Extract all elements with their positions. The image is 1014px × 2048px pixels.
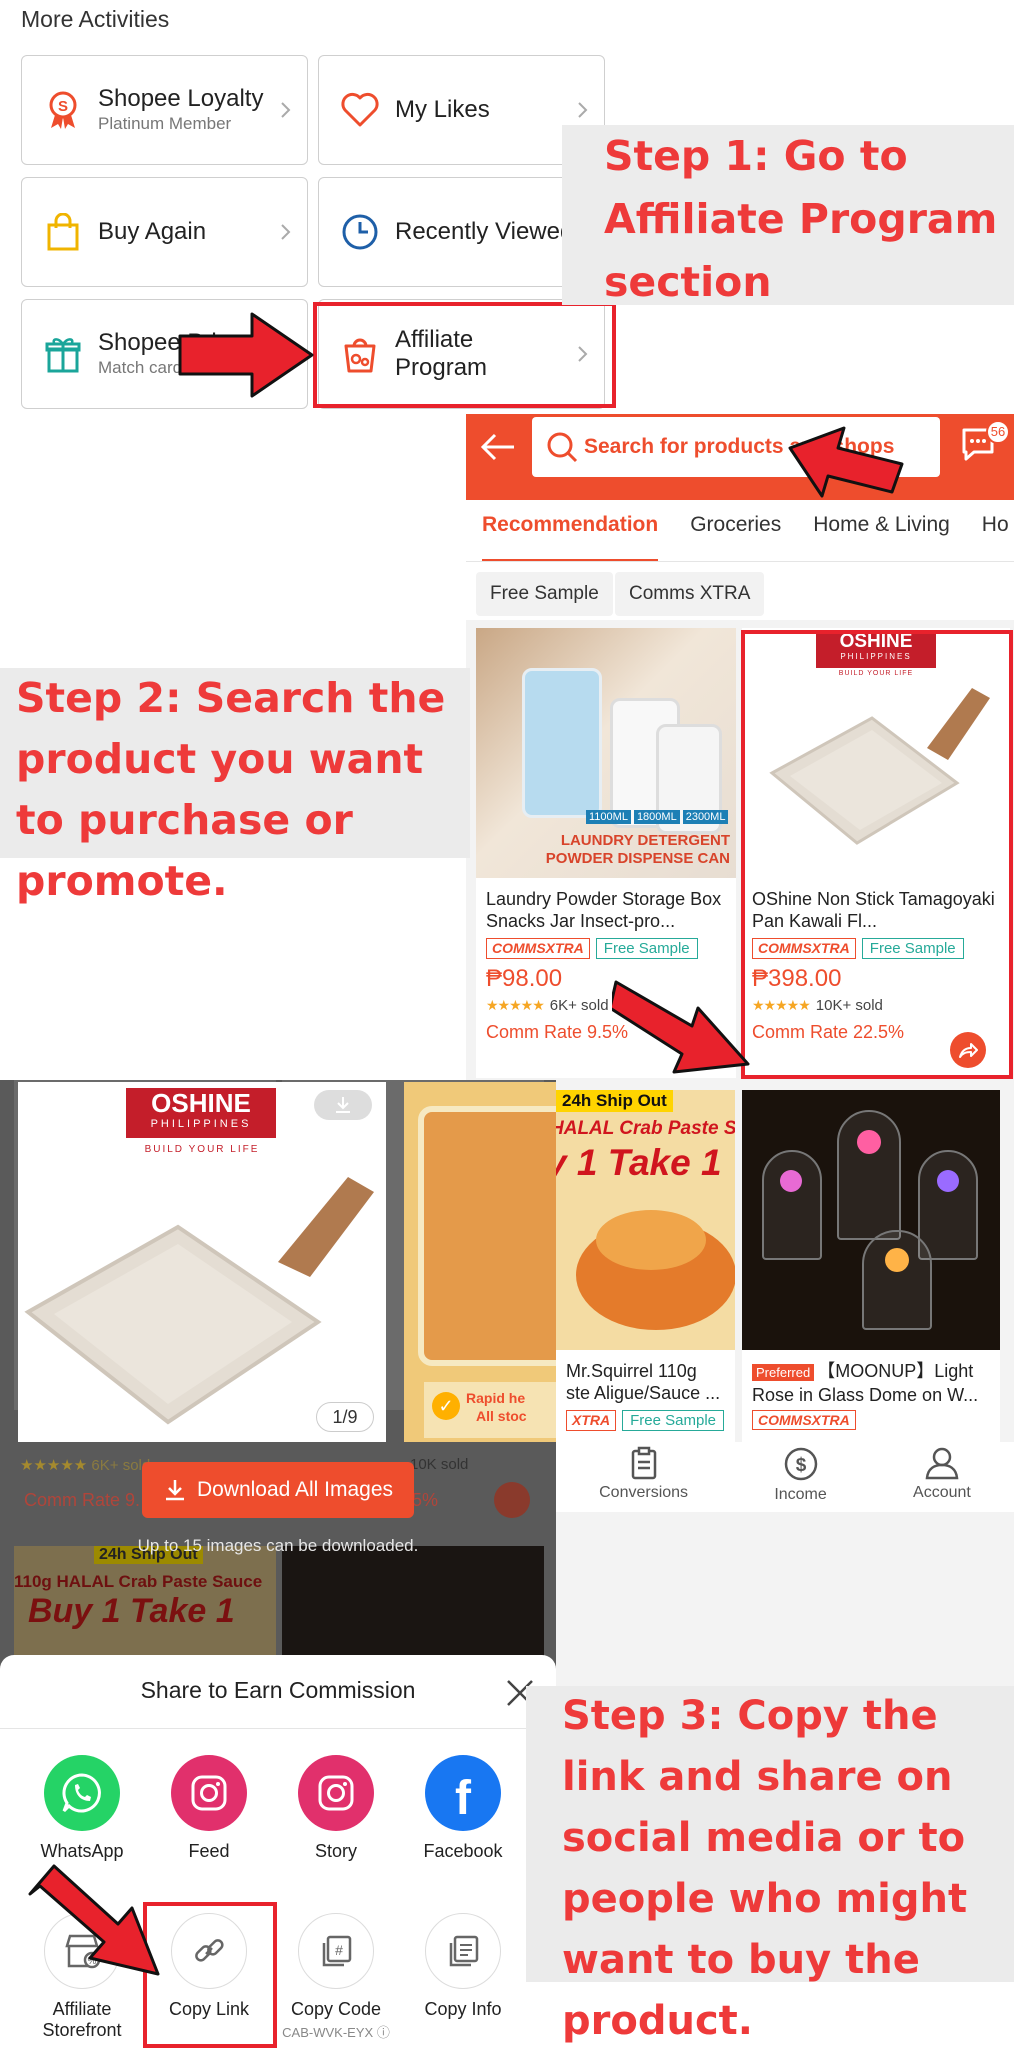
facebook-icon: f xyxy=(425,1755,501,1831)
affiliate-highlight-frame xyxy=(313,302,616,408)
nav-label: Conversions xyxy=(599,1484,689,1501)
product-card-crab-paste[interactable]: 24h Ship Out HALAL Crab Paste Sauce y 1 … xyxy=(556,1090,735,1442)
step-2-caption: Step 2: Search the product you want to p… xyxy=(0,668,470,905)
share-story[interactable]: Story xyxy=(281,1755,391,1862)
step-1-text: Step 1: Go to Affiliate Program section xyxy=(604,132,998,306)
clock-icon xyxy=(339,211,381,253)
loyalty-icon: S xyxy=(42,89,84,131)
help-icon[interactable]: ⓘ xyxy=(377,2025,390,2040)
share-app-label: Facebook xyxy=(423,1841,503,1861)
share-action-label: Copy Code xyxy=(290,1999,382,2019)
pan-image xyxy=(24,1177,374,1425)
nav-conversions[interactable]: Conversions xyxy=(599,1442,688,1512)
download-icon[interactable] xyxy=(314,1090,372,1120)
download-note: Up to 15 images can be downloaded. xyxy=(137,1536,419,1555)
image-counter: 1/9 xyxy=(316,1402,374,1432)
affiliate-code: CAB-WVK-EYX ⓘ xyxy=(282,2025,390,2040)
comms-xtra-badge: COMMSXTRA xyxy=(752,1410,856,1430)
share-copy-code[interactable]: # Copy Code CAB-WVK-EYX ⓘ xyxy=(281,1913,391,2041)
activity-buy-again[interactable]: Buy Again xyxy=(21,177,308,287)
preferred-badge: Preferred xyxy=(752,1364,815,1381)
free-sample-badge: Free Sample xyxy=(622,1410,724,1431)
product-card-moonup[interactable]: Preferred 【MOONUP】Light Rose in Glass Dom… xyxy=(742,1090,1000,1442)
pointer-arrow-icon xyxy=(612,980,750,1074)
product-highlight-frame xyxy=(741,630,1013,1079)
tab-recommendation[interactable]: Recommendation xyxy=(466,500,674,561)
dollar-icon: $ xyxy=(784,1447,817,1481)
comms-xtra-badge: XTRA xyxy=(566,1410,617,1431)
activity-shopee-loyalty[interactable]: S Shopee Loyalty Platinum Member xyxy=(21,55,308,165)
share-app-label: Story xyxy=(314,1841,357,1861)
download-all-label: Download All Images xyxy=(196,1478,394,1501)
svg-text:S: S xyxy=(58,98,68,115)
instagram-icon xyxy=(171,1755,247,1831)
chat-badge: 56 xyxy=(986,420,1010,444)
share-facebook[interactable]: f Facebook xyxy=(408,1755,518,1862)
whatsapp-icon xyxy=(44,1755,120,1831)
share-feed[interactable]: Feed xyxy=(154,1755,264,1862)
share-sheet-title: Share to Earn Commission xyxy=(140,1677,416,1703)
product-name: Laundry Powder Storage Box Snacks Jar In… xyxy=(486,889,722,931)
instagram-icon xyxy=(298,1755,374,1831)
heart-icon xyxy=(339,89,381,131)
share-action-label: Affiliate Storefront xyxy=(42,1999,122,2040)
download-icon xyxy=(165,1480,184,1501)
nav-income[interactable]: $ Income xyxy=(774,1442,827,1512)
product-image xyxy=(742,1090,1000,1350)
step-3-caption: Step 3: Copy the link and share on socia… xyxy=(526,1686,1014,2044)
share-app-label: Feed xyxy=(188,1841,230,1861)
share-whatsapp[interactable]: WhatsApp xyxy=(27,1755,137,1862)
chevron-right-icon xyxy=(281,224,291,240)
tab-groceries[interactable]: Groceries xyxy=(674,500,797,561)
check-icon: ✓ xyxy=(432,1392,460,1420)
step-2-text: Step 2: Search the product you want to p… xyxy=(16,674,446,905)
share-action-label: Copy Info xyxy=(424,1999,502,2019)
nav-label: Income xyxy=(774,1486,827,1503)
pointer-arrow-icon xyxy=(788,426,904,498)
pointer-arrow-icon xyxy=(178,312,314,398)
chip-free-sample[interactable]: Free Sample xyxy=(476,572,613,616)
nav-account[interactable]: Account xyxy=(913,1442,971,1512)
product-image: 24h Ship Out HALAL Crab Paste Sauce y 1 … xyxy=(556,1090,735,1350)
tab-ho[interactable]: Ho xyxy=(966,500,1014,561)
download-all-button[interactable]: Download All Images xyxy=(142,1462,414,1518)
more-activities-title: More Activities xyxy=(21,6,170,32)
rating-stars-icon: ★★★★★ xyxy=(486,997,545,1013)
comms-xtra-badge: COMMSXTRA xyxy=(486,938,590,959)
product-image-thumb[interactable]: ✓ Rapid he All stoc xyxy=(404,1082,556,1442)
product-name: Mr.Squirrel 110g ste Aligue/Sauce ... xyxy=(566,1361,721,1403)
gift-icon xyxy=(42,333,84,375)
share-sheet: Share to Earn Commission WhatsApp Feed S… xyxy=(0,1655,556,2048)
product-image-caption: LAUNDRY DETERGENT POWDER DISPENSE CAN xyxy=(545,832,730,867)
category-tabs: Recommendation Groceries Home & Living H… xyxy=(466,500,1014,562)
bottom-navigation: Conversions $ Income Account xyxy=(556,1442,1014,1512)
svg-text:#: # xyxy=(335,1942,343,1958)
clipboard-icon xyxy=(631,1446,656,1480)
chevron-right-icon xyxy=(578,102,588,118)
pointer-arrow-icon xyxy=(28,1864,160,1976)
back-arrow-icon[interactable] xyxy=(480,432,516,462)
share-copy-info[interactable]: Copy Info xyxy=(408,1913,518,2020)
shopping-bag-icon xyxy=(42,211,84,253)
affiliate-app-header: Search for products and shops 56 xyxy=(466,414,1014,500)
product-image: 1100ML 1800ML 2300ML LAUNDRY DETERGENT P… xyxy=(476,628,736,878)
copy-code-icon: # xyxy=(298,1913,374,1989)
free-sample-badge: Free Sample xyxy=(595,938,698,959)
step-3-text: Step 3: Copy the link and share on socia… xyxy=(562,1693,968,2044)
svg-text:$: $ xyxy=(795,1455,806,1476)
product-image-viewer[interactable]: OSHINE PHILIPPINES BUILD YOUR LIFE 1/9 xyxy=(18,1082,386,1442)
chevron-right-icon xyxy=(281,102,291,118)
copy-info-icon xyxy=(425,1913,501,1989)
sold-count: 6K+ sold xyxy=(549,997,609,1014)
nav-label: Account xyxy=(913,1484,971,1501)
person-icon xyxy=(925,1447,959,1480)
product-name: Preferred 【MOONUP】Light Rose in Glass Dom… xyxy=(752,1361,979,1404)
step-1-caption: Step 1: Go to Affiliate Program section xyxy=(562,125,1014,306)
chat-button[interactable]: 56 xyxy=(960,420,1010,468)
search-icon xyxy=(547,432,578,463)
chip-comms-xtra[interactable]: Comms XTRA xyxy=(615,572,765,616)
